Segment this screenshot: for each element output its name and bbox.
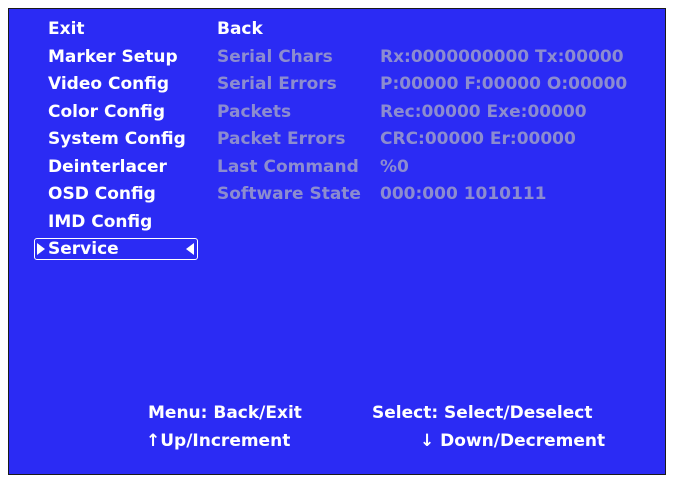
menu-item-exit[interactable]: Exit — [48, 18, 85, 40]
menu-item-deinterlacer[interactable]: Deinterlacer — [48, 156, 167, 178]
menu-item-imd-config[interactable]: IMD Config — [48, 211, 152, 233]
service-value-serial-chars: Rx:0000000000 Tx:00000 — [380, 47, 624, 67]
service-value-packet-errors: CRC:00000 Er:00000 — [380, 129, 576, 149]
service-value-serial-errors: P:00000 F:00000 O:00000 — [380, 74, 628, 94]
service-value-packets: Rec:00000 Exe:00000 — [380, 102, 587, 122]
footer-menu-hint: Menu: Back/Exit — [148, 403, 302, 423]
service-label-last-command: Last Command — [217, 157, 359, 177]
service-label-serial-errors: Serial Errors — [217, 74, 337, 94]
footer-up-hint: ↑Up/Increment — [146, 431, 291, 451]
service-label-packets: Packets — [217, 102, 292, 122]
service-label-packet-errors: Packet Errors — [217, 129, 346, 149]
menu-item-color-config[interactable]: Color Config — [48, 101, 165, 123]
back-item[interactable]: Back — [217, 18, 263, 40]
menu-item-service[interactable]: Service — [34, 238, 198, 260]
menu-item-service-label: Service — [48, 239, 119, 259]
service-value-software-state: 000:000 1010111 — [380, 184, 547, 204]
service-value-last-command: %0 — [380, 157, 409, 177]
service-label-software-state: Software State — [217, 184, 361, 204]
footer-select-hint: Select: Select/Deselect — [372, 403, 593, 423]
menu-item-marker-setup[interactable]: Marker Setup — [48, 46, 178, 68]
menu-item-osd-config[interactable]: OSD Config — [48, 183, 156, 205]
selection-arrow-left-icon — [186, 243, 194, 255]
footer-down-hint: ↓ Down/Decrement — [420, 431, 606, 451]
service-label-serial-chars: Serial Chars — [217, 47, 333, 67]
menu-item-system-config[interactable]: System Config — [48, 128, 186, 150]
osd-screen: Exit Marker Setup Video Config Color Con… — [8, 8, 666, 475]
menu-item-video-config[interactable]: Video Config — [48, 73, 169, 95]
selection-arrow-right-icon — [37, 243, 45, 255]
